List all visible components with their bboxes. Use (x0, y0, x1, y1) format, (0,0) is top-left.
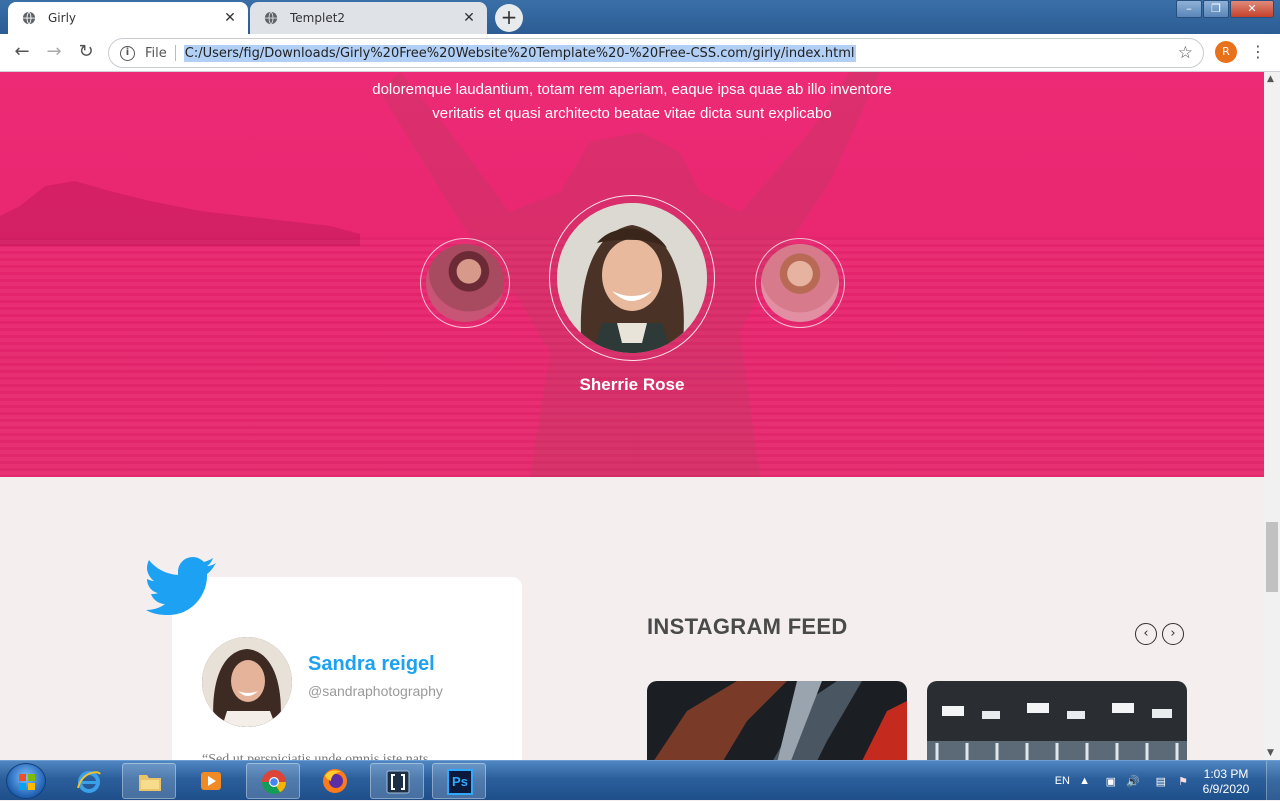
instagram-photo[interactable] (927, 681, 1187, 760)
island-silhouette (0, 181, 360, 246)
tab-girly[interactable]: Girly ✕ (8, 2, 248, 34)
photoshop-icon: Ps (447, 769, 473, 795)
carousel-prev-button[interactable]: ‹ (1135, 623, 1157, 645)
volume-icon[interactable]: 🔊 (1126, 761, 1140, 801)
taskbar-firefox[interactable] (308, 763, 362, 799)
back-arrow-icon[interactable]: ← (10, 41, 34, 65)
scheme-label: File (145, 45, 167, 61)
tab-title: Templet2 (290, 11, 346, 25)
taskbar-file-explorer[interactable] (122, 763, 176, 799)
clock-time: 1:03 PM (1203, 767, 1249, 781)
carousel-next-button[interactable]: › (1162, 623, 1184, 645)
taskbar-brackets[interactable] (370, 763, 424, 799)
window-controls: – ❐ ✕ (1175, 0, 1274, 18)
windows-taskbar: Ps EN ▲ ▣ 🔊 ▤ ⚑ 1:03 PM 6/9/2020 (0, 760, 1280, 801)
avatar (761, 244, 839, 322)
chrome-icon (262, 770, 286, 795)
tab-templet2[interactable]: Templet2 ✕ (250, 2, 487, 34)
portrait-image (557, 203, 707, 353)
internet-explorer-icon (77, 771, 101, 793)
tab-title: Girly (48, 11, 77, 25)
testimonial-avatar-left[interactable] (420, 238, 510, 328)
close-icon[interactable]: ✕ (222, 10, 238, 26)
tray-expand-icon[interactable]: ▲ (1079, 761, 1090, 801)
page-scrollbar[interactable]: ▲ ▼ (1264, 72, 1280, 760)
network-icon[interactable]: ▤ (1156, 761, 1166, 801)
page-viewport: doloremque laudantium, totam rem aperiam… (0, 72, 1264, 760)
taskbar-chrome[interactable] (246, 763, 300, 799)
browser-toolbar: ← → ↻ i File C:/Users/fig/Downloads/Girl… (0, 34, 1280, 72)
media-player-icon (201, 772, 221, 790)
testimonial-name: Sherrie Rose (579, 375, 685, 394)
scroll-up-icon[interactable]: ▲ (1267, 74, 1274, 84)
clock-date: 6/9/2020 (1202, 782, 1250, 796)
testimonial-avatar-right[interactable] (755, 238, 845, 328)
close-icon[interactable]: ✕ (461, 10, 477, 26)
show-desktop-button[interactable] (1266, 761, 1280, 801)
testimonial-hero: doloremque laudantium, totam rem aperiam… (0, 72, 1264, 477)
windows-logo-icon (19, 774, 35, 790)
firefox-icon (323, 769, 347, 793)
info-icon[interactable]: i (120, 45, 135, 61)
taskbar-photoshop[interactable]: Ps (432, 763, 486, 799)
minimize-button[interactable]: – (1176, 0, 1202, 18)
new-tab-button[interactable]: + (495, 4, 523, 32)
url-text[interactable]: C:/Users/fig/Downloads/Girly%20Free%20We… (183, 44, 856, 62)
action-center-icon[interactable]: ⚑ (1178, 761, 1188, 801)
scroll-thumb[interactable] (1266, 522, 1278, 592)
window-close-button[interactable]: ✕ (1230, 0, 1274, 18)
maximize-button[interactable]: ❐ (1203, 0, 1229, 18)
brackets-app-icon (386, 770, 410, 794)
avatar (557, 203, 707, 353)
menu-kebab-icon[interactable]: ⋮ (1250, 42, 1266, 61)
system-clock[interactable]: 1:03 PM 6/9/2020 (1195, 767, 1257, 797)
hero-paragraph: doloremque laudantium, totam rem aperiam… (280, 78, 984, 126)
address-bar[interactable]: i File C:/Users/fig/Downloads/Girly%20Fr… (108, 38, 1204, 68)
taskbar-media-player[interactable] (184, 763, 238, 799)
language-indicator[interactable]: EN (1055, 761, 1070, 801)
taskbar-internet-explorer[interactable] (62, 763, 116, 799)
twitter-user-name[interactable]: Sandra reigel (308, 653, 435, 676)
hero-text-line: veritatis et quasi architecto beatae vit… (432, 105, 832, 122)
browser-tabstrip: Girly ✕ Templet2 ✕ + – ❐ ✕ (0, 0, 1280, 34)
scroll-down-icon[interactable]: ▼ (1267, 748, 1274, 758)
instagram-photo[interactable] (647, 681, 907, 760)
bookmark-star-icon[interactable]: ☆ (1178, 43, 1193, 63)
instagram-feed-title: INSTAGRAM FEED (647, 614, 848, 639)
profile-avatar[interactable]: R (1215, 41, 1237, 63)
avatar (202, 637, 292, 727)
avatar (426, 244, 504, 322)
twitter-card: Sandra reigel @sandraphotography “Sed ut… (172, 577, 522, 760)
divider (174, 45, 176, 61)
forward-arrow-icon[interactable]: → (42, 41, 66, 65)
globe-icon (22, 11, 36, 25)
twitter-bird-icon (146, 557, 216, 615)
globe-icon (264, 11, 278, 25)
tray-app-icon[interactable]: ▣ (1106, 761, 1116, 801)
reload-icon[interactable]: ↻ (74, 41, 98, 65)
twitter-handle[interactable]: @sandraphotography (308, 683, 443, 699)
testimonial-avatar-active[interactable] (549, 195, 715, 361)
hero-text-line: doloremque laudantium, totam rem aperiam… (372, 81, 892, 98)
tweet-text: “Sed ut perspiciatis unde omnis iste nat… (202, 752, 429, 760)
start-button[interactable] (6, 763, 46, 799)
folder-icon (139, 775, 161, 791)
